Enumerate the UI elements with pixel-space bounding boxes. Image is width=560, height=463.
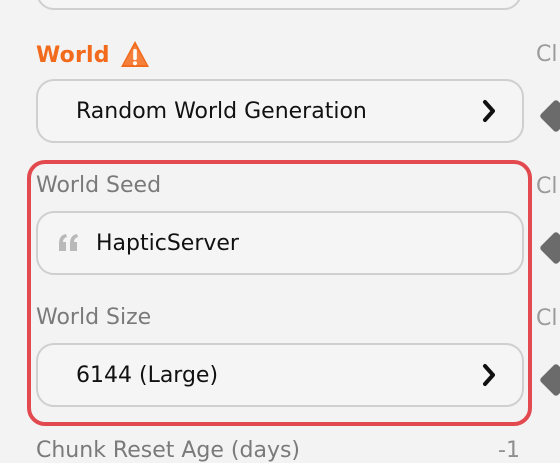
top-field-partial[interactable] <box>36 0 522 10</box>
quote-icon <box>54 228 84 258</box>
world-seed-field[interactable]: HapticServer <box>36 211 524 275</box>
world-seed-label: World Seed <box>36 173 162 198</box>
world-seed-value: HapticServer <box>96 230 239 256</box>
chunk-reset-age-row: Chunk Reset Age (days) -1 <box>36 438 556 463</box>
chunk-reset-age-label: Chunk Reset Age (days) <box>36 438 301 463</box>
chunk-reset-age-value: -1 <box>498 438 520 463</box>
world-generation-selector[interactable]: Random World Generation <box>36 79 524 143</box>
right-ghost-text-1: Cl <box>536 42 558 67</box>
right-ghost-text-3: Cl <box>536 306 558 331</box>
world-title: World <box>36 42 110 68</box>
section-title-world: World <box>36 38 152 72</box>
side-indicator-icon-3 <box>539 363 560 397</box>
world-generation-label: Random World Generation <box>76 98 367 124</box>
world-size-label: World Size <box>36 305 152 330</box>
right-ghost-text-2: Cl <box>536 174 558 199</box>
world-size-value: 6144 (Large) <box>76 362 219 388</box>
side-indicator-icon-1 <box>539 99 560 133</box>
world-size-selector[interactable]: 6144 (Large) <box>36 343 524 407</box>
chevron-right-icon <box>476 362 502 388</box>
warning-icon <box>118 38 152 72</box>
side-indicator-icon-2 <box>539 231 560 265</box>
chevron-right-icon <box>476 98 502 124</box>
